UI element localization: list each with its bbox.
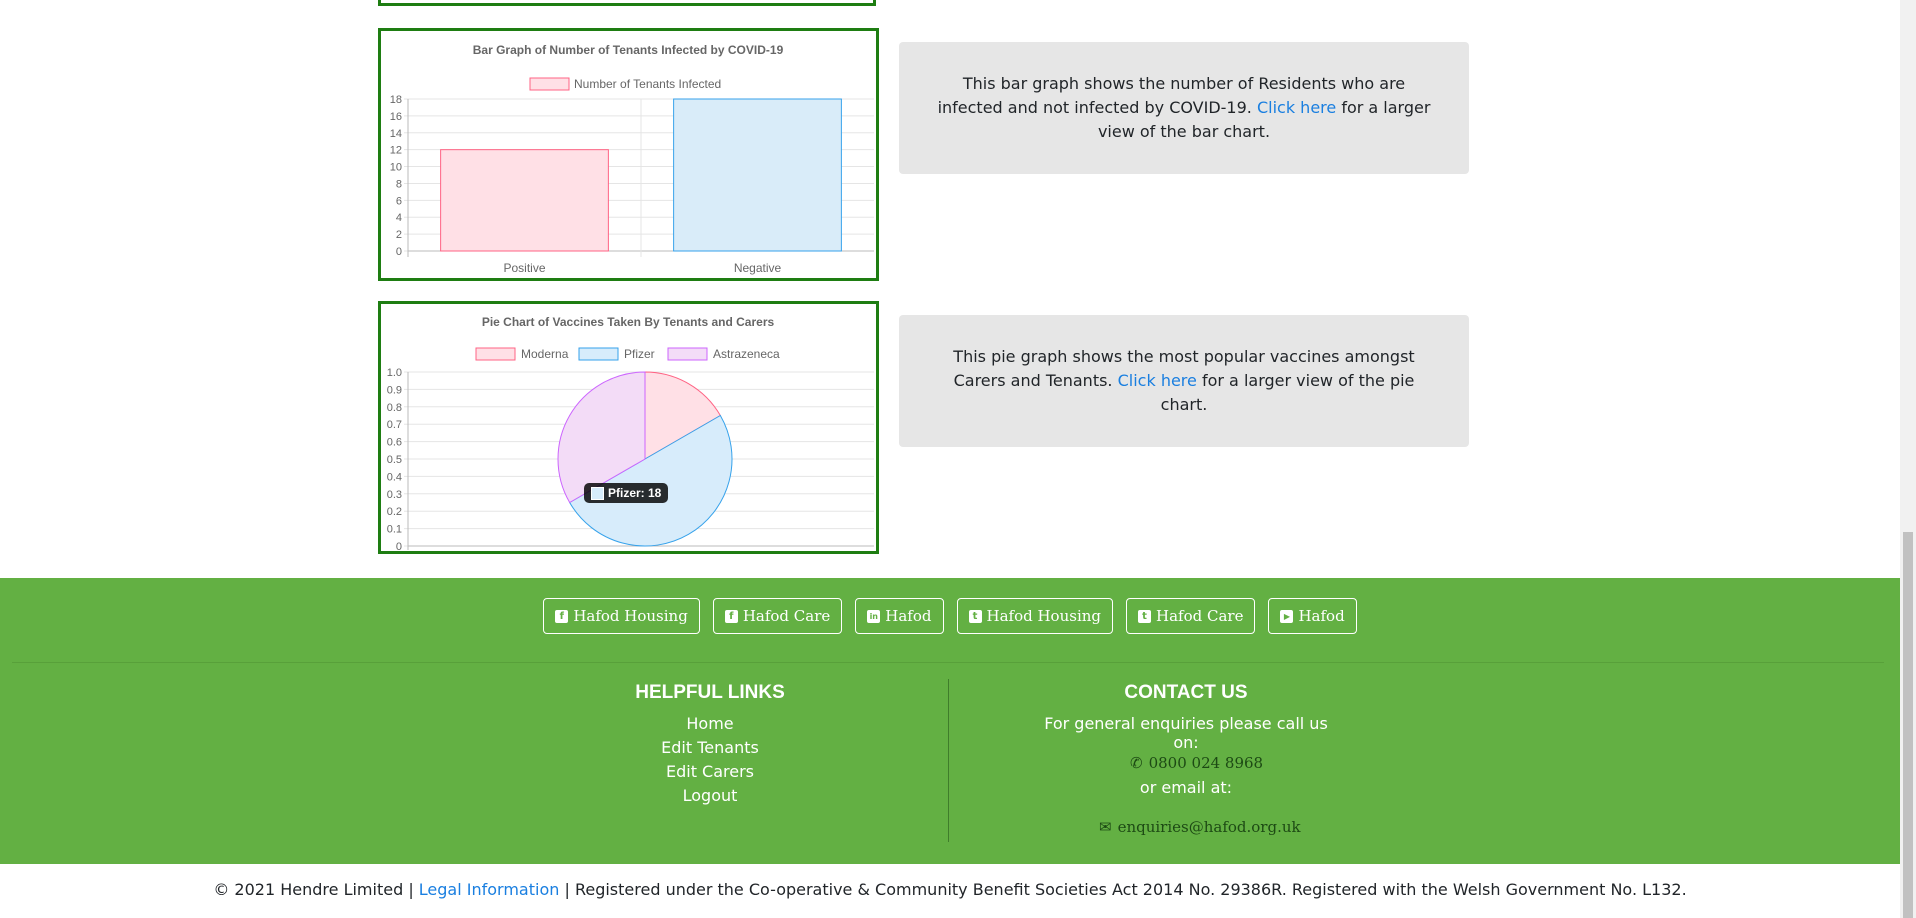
linkedin-icon: in [867,609,881,623]
y-tick-label: 12 [390,145,402,157]
social-button-facebook-care[interactable]: f Hafod Care [712,598,843,634]
legend-swatch [475,347,516,361]
chart-title: Pie Chart of Vaccines Taken By Tenants a… [482,315,775,329]
phone-link[interactable]: ✆ 0800 024 8968 [1130,754,1263,772]
y-tick-label: 0.4 [387,471,402,483]
y-tick-label: 0.7 [387,419,402,431]
tooltip-swatch [591,486,604,500]
bar-positive [440,149,609,252]
copyright-text: © 2021 Hendre Limited | [213,880,414,899]
legend-label: Number of Tenants Infected [574,77,721,91]
y-tick-label: 0 [396,246,402,258]
previous-chart-card [378,0,876,6]
pie-tooltip: Pfizer: 18 [584,483,669,503]
twitter-icon: t [1138,609,1152,623]
y-tick-label: 2 [396,229,402,241]
y-tick-label: 0.3 [387,489,402,501]
y-tick-label: 0.2 [387,506,402,518]
y-tick-label: 0 [396,541,402,551]
bar-chart: Bar Graph of Number of Tenants Infected … [390,43,874,275]
pie-chart: Pie Chart of Vaccines Taken By Tenants a… [387,315,874,551]
bar-chart-larger-view-link[interactable]: Click here [1257,98,1336,117]
phone-icon: ✆ [1130,754,1143,772]
youtube-icon: ▶ [1280,609,1294,623]
email-address: enquiries@hafod.org.uk [1117,818,1301,836]
twitter-icon: t [968,609,982,623]
phone-number: 0800 024 8968 [1148,754,1264,772]
legend-swatch [578,347,619,361]
facebook-icon: f [724,609,738,623]
social-button-facebook-housing[interactable]: f Hafod Housing [543,598,700,634]
y-tick-label: 0.6 [387,437,402,449]
social-label: Hafod [1298,607,1345,625]
bar-negative [673,98,842,252]
footer-divider [12,662,1884,663]
x-tick-label: Positive [503,261,545,275]
bar-chart-card: Bar Graph of Number of Tenants Infected … [378,28,879,281]
legend-swatch [667,347,708,361]
social-button-youtube[interactable]: ▶ Hafod [1268,598,1357,634]
footer-link-logout[interactable]: Logout [610,786,810,805]
tooltip-text: Pfizer: 18 [608,486,662,500]
social-links: f Hafod Housing f Hafod Care in Hafod t … [0,598,1900,634]
social-label: Hafod Care [1156,607,1244,625]
pie-chart-card: Pie Chart of Vaccines Taken By Tenants a… [378,301,879,554]
chart-title: Bar Graph of Number of Tenants Infected … [473,43,784,57]
social-button-linkedin[interactable]: in Hafod [855,598,944,634]
facebook-icon: f [555,609,569,623]
envelope-icon: ✉ [1099,818,1112,836]
legend-label: Astrazeneca [713,347,780,361]
or-email-text: or email at: [1139,778,1233,797]
y-tick-label: 18 [390,94,402,106]
y-tick-label: 1.0 [387,367,402,379]
registration-text: | Registered under the Co-operative & Co… [564,880,1687,899]
legal-information-link[interactable]: Legal Information [419,880,560,899]
social-button-twitter-care[interactable]: t Hafod Care [1126,598,1256,634]
copyright-bar: © 2021 Hendre Limited | Legal Informatio… [0,880,1900,899]
y-tick-label: 8 [396,178,402,190]
footer-link-edit-carers[interactable]: Edit Carers [610,762,810,781]
social-label: Hafod [885,607,932,625]
y-tick-label: 0.5 [387,454,402,466]
bar-description-text: This bar graph shows the number of Resid… [937,74,1406,117]
contact-intro: For general enquiries please call us on: [1044,714,1328,752]
footer: f Hafod Housing f Hafod Care in Hafod t … [0,578,1900,864]
social-button-twitter-housing[interactable]: t Hafod Housing [956,598,1114,634]
social-label: Hafod Housing [986,607,1102,625]
legend-label: Moderna [521,347,569,361]
helpful-links-title: HELPFUL LINKS [635,682,785,703]
social-label: Hafod Care [742,607,831,625]
x-tick-label: Negative [734,261,782,275]
y-tick-label: 4 [396,212,402,224]
legend-swatch [529,77,570,91]
y-tick-label: 0.8 [387,402,402,414]
y-tick-label: 0.9 [387,384,402,396]
pie-chart-larger-view-link[interactable]: Click here [1118,371,1197,390]
pie-chart-description: This pie graph shows the most popular va… [899,315,1469,447]
y-tick-label: 10 [390,162,402,174]
email-link[interactable]: ✉ enquiries@hafod.org.uk [1099,818,1301,836]
social-label: Hafod Housing [573,607,688,625]
footer-link-home[interactable]: Home [610,714,810,733]
footer-column-divider [948,679,949,842]
contact-us-title: CONTACT US [1124,682,1248,703]
y-tick-label: 14 [390,128,402,140]
bar-chart-description: This bar graph shows the number of Resid… [899,42,1469,174]
y-tick-label: 16 [390,111,402,123]
pie-description-suffix: for a larger view of the pie chart. [1160,371,1415,414]
legend-label: Pfizer [624,347,655,361]
scrollbar-thumb[interactable] [1903,532,1913,918]
y-tick-label: 6 [396,195,402,207]
y-tick-label: 0.1 [387,524,402,536]
footer-link-edit-tenants[interactable]: Edit Tenants [610,738,810,757]
